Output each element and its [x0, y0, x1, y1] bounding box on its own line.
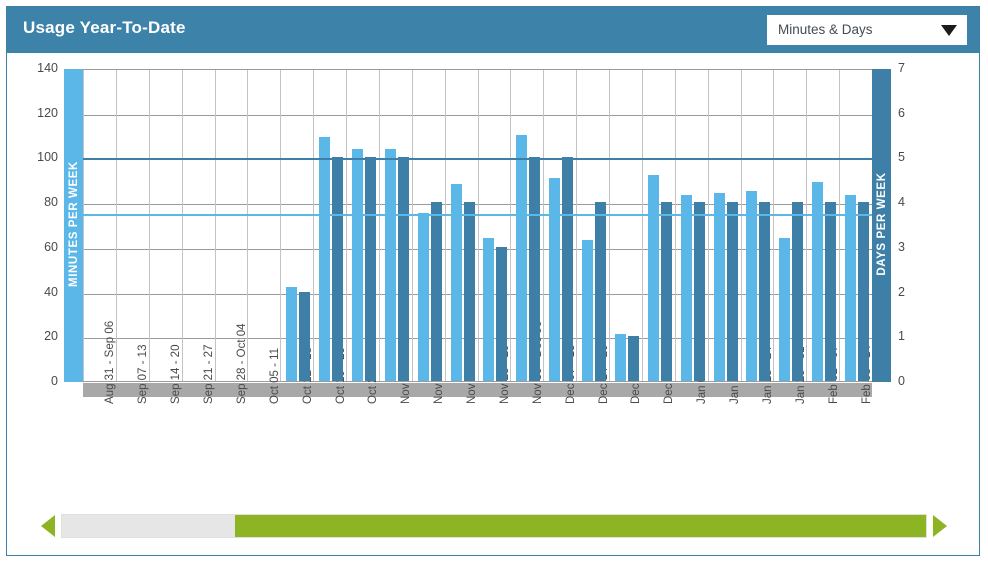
x-tick-label: Sep 14 - 20	[170, 344, 183, 404]
chevron-down-icon	[941, 25, 957, 36]
gridline-x	[642, 70, 643, 381]
bar-days[interactable]	[727, 202, 738, 381]
gridline-x	[313, 70, 314, 381]
arrow-right-icon[interactable]	[933, 515, 947, 537]
card-header: Usage Year-To-Date Minutes & Days	[7, 7, 979, 53]
y-tick-label: 0	[51, 374, 58, 388]
gridline-x	[741, 70, 742, 381]
bar-minutes[interactable]	[352, 148, 363, 381]
gridline-x	[149, 70, 150, 381]
gridline-x	[510, 70, 511, 381]
scrollbar-track[interactable]	[61, 514, 927, 538]
bar-days[interactable]	[759, 202, 770, 381]
bar-days[interactable]	[792, 202, 803, 381]
gridline-x	[379, 70, 380, 381]
y2-axis-band: DAYS PER WEEK	[872, 69, 891, 382]
gridline-x	[215, 70, 216, 381]
chart-scrollbar[interactable]	[41, 513, 947, 539]
chart-area: MINUTES PER WEEK DAYS PER WEEK 0 20 40 60 80 10…	[7, 53, 979, 556]
y-tick-label: 20	[44, 329, 58, 344]
bar-minutes[interactable]	[845, 195, 856, 381]
y-axis-band: MINUTES PER WEEK	[64, 69, 83, 382]
bar-days[interactable]	[628, 336, 639, 381]
days-target-line	[83, 158, 872, 161]
gridline-x	[445, 70, 446, 381]
y2-tick-label: 4	[898, 195, 905, 210]
y-tick-label: 140	[37, 61, 58, 75]
y2-tick-label: 6	[898, 105, 905, 120]
y2-axis-label: DAYS PER WEEK	[875, 171, 888, 276]
y2-tick-label: 0	[898, 374, 905, 388]
metric-dropdown-value: Minutes & Days	[778, 22, 873, 37]
bar-days[interactable]	[332, 157, 343, 381]
y-tick-label: 60	[44, 239, 58, 254]
bar-days[interactable]	[858, 202, 869, 381]
usage-chart-card: Usage Year-To-Date Minutes & Days MINUTE…	[6, 6, 980, 556]
y-axis-label: MINUTES PER WEEK	[67, 160, 80, 287]
gridline-x	[576, 70, 577, 381]
x-tick-label: Aug 31 - Sep 06	[104, 320, 117, 404]
gridline-x	[116, 70, 117, 381]
bar-days[interactable]	[694, 202, 705, 381]
gridline-x	[182, 70, 183, 381]
bar-days[interactable]	[299, 291, 310, 381]
gridline-x	[412, 70, 413, 381]
minutes-target-line	[83, 214, 872, 217]
gridline-x	[609, 70, 610, 381]
bar-days[interactable]	[464, 202, 475, 381]
gridline-x	[839, 70, 840, 381]
x-tick-label: Sep 28 - Oct 04	[235, 323, 248, 404]
bar-days[interactable]	[595, 202, 606, 381]
bar-minutes[interactable]	[615, 334, 626, 381]
y-tick-label: 80	[44, 195, 58, 210]
x-tick-label: Sep 07 - 13	[137, 344, 150, 404]
bar-days[interactable]	[529, 157, 540, 381]
bar-minutes[interactable]	[582, 240, 593, 381]
bar-minutes[interactable]	[319, 137, 330, 381]
gridline-x	[280, 70, 281, 381]
y-tick-label: 100	[37, 150, 58, 165]
x-tick-label: Oct 05 - 11	[268, 347, 281, 404]
x-tick-label: Sep 21 - 27	[203, 344, 216, 404]
bar-minutes[interactable]	[714, 193, 725, 381]
plot-region	[83, 69, 873, 382]
y2-tick-label: 3	[898, 239, 905, 254]
bar-days[interactable]	[825, 202, 836, 381]
gridline-x	[708, 70, 709, 381]
bar-minutes[interactable]	[812, 182, 823, 381]
bar-days[interactable]	[398, 157, 409, 381]
bar-minutes[interactable]	[648, 175, 659, 381]
metric-dropdown[interactable]: Minutes & Days	[767, 15, 967, 45]
bar-minutes[interactable]	[483, 237, 494, 381]
y-tick-label: 120	[37, 105, 58, 120]
gridline-x	[346, 70, 347, 381]
bar-minutes[interactable]	[549, 177, 560, 381]
y2-tick-label: 2	[898, 284, 905, 299]
y2-tick-label: 5	[898, 150, 905, 165]
bar-minutes[interactable]	[746, 190, 757, 381]
arrow-left-icon[interactable]	[41, 515, 55, 537]
gridline-x	[675, 70, 676, 381]
scrollbar-thumb[interactable]	[234, 515, 926, 537]
bar-days[interactable]	[365, 157, 376, 381]
gridline-x	[478, 70, 479, 381]
bar-minutes[interactable]	[779, 237, 790, 381]
bar-days[interactable]	[562, 157, 573, 381]
bar-days[interactable]	[661, 202, 672, 381]
gridline-x	[773, 70, 774, 381]
bar-days[interactable]	[431, 202, 442, 381]
page-title: Usage Year-To-Date	[23, 18, 186, 37]
y2-tick-label: 7	[898, 61, 905, 75]
bar-minutes[interactable]	[681, 195, 692, 381]
y2-tick-label: 1	[898, 329, 905, 344]
y-tick-label: 40	[44, 284, 58, 299]
bar-minutes[interactable]	[418, 213, 429, 381]
bar-days[interactable]	[496, 246, 507, 381]
bar-minutes[interactable]	[286, 287, 297, 381]
gridline-x	[83, 70, 84, 381]
gridline-x	[806, 70, 807, 381]
bar-minutes[interactable]	[516, 135, 527, 381]
bar-minutes[interactable]	[385, 148, 396, 381]
